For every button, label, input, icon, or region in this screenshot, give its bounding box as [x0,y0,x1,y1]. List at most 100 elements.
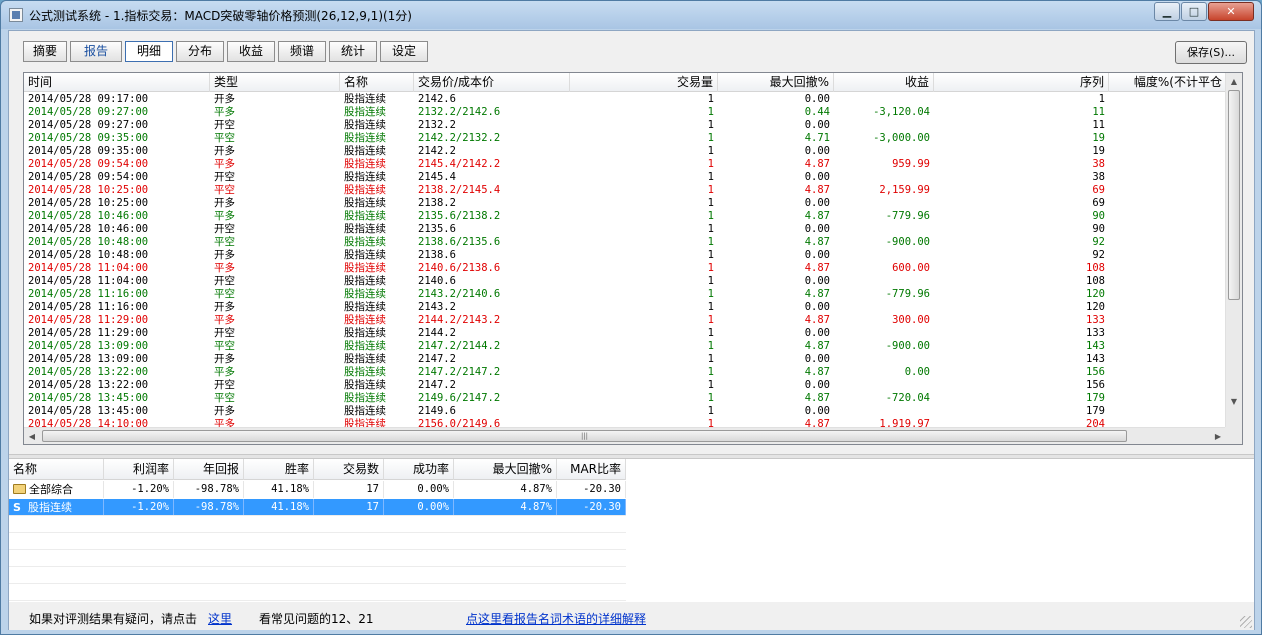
column-header-type[interactable]: 类型 [210,73,340,92]
minimize-button[interactable]: ▁ [1154,2,1180,21]
maximize-button[interactable]: □ [1181,2,1207,21]
terms-link[interactable]: 点这里看报告名词术语的详细解释 [466,610,646,627]
cell-time: 2014/05/28 11:16:00 [28,288,149,300]
table-row[interactable]: 2014/05/28 09:27:00 开空 股指连续 2132.2 1 0.00 11 [24,119,1227,132]
cell-pnl: 2,159.99 [879,184,930,196]
cell-seq: 133 [1086,314,1105,326]
table-row[interactable]: 2014/05/28 13:09:00 开多 股指连续 2147.2 1 0.00 143 [24,353,1227,366]
table-row[interactable]: 2014/05/28 14:10:00 平多 股指连续 2156.0/2149.6 1 4… [24,418,1227,427]
table-row[interactable]: 2014/05/28 09:17:00 开多 股指连续 2142.6 1 0.00 1 [24,93,1227,106]
table-row[interactable]: 2014/05/28 10:25:00 开多 股指连续 2138.2 1 0.00 69 [24,197,1227,210]
cell-qty: 1 [707,275,714,287]
close-button[interactable]: ✕ [1208,2,1254,21]
summary-row-all[interactable]: 全部综合 -1.20% -98.78% 41.18% 17 0.00% 4.87… [9,481,626,498]
table-row[interactable]: 2014/05/28 10:48:00 平空 股指连续 2138.6/2135.6 1 4… [24,236,1227,249]
cell-dd: 4.87 [804,366,830,378]
cell-pnl: 0.00 [904,366,930,378]
table-row[interactable]: 2014/05/28 11:04:00 平多 股指连续 2140.6/2138.6 1 4… [24,262,1227,275]
summary-cell-trades: 17 [314,499,384,516]
table-row[interactable]: 2014/05/28 11:29:00 开空 股指连续 2144.2 1 0.00 133 [24,327,1227,340]
status-bar: 如果对评测结果有疑问，请点击 这里 看常见问题的12、21 点这里看报告名词术语… [9,603,1254,630]
vertical-scroll-thumb[interactable] [1228,90,1240,300]
tab-returns[interactable]: 收益 [227,41,275,62]
table-row[interactable]: 2014/05/28 13:22:00 平多 股指连续 2147.2/2147.2 1 4… [24,366,1227,379]
horizontal-scroll-thumb[interactable]: ||| [42,430,1127,442]
table-row[interactable]: 2014/05/28 10:25:00 平空 股指连续 2138.2/2145.4 1 4… [24,184,1227,197]
arrow-down-icon[interactable]: ▼ [1226,393,1242,410]
table-row[interactable]: 2014/05/28 10:46:00 平多 股指连续 2135.6/2138.2 1 4… [24,210,1227,223]
tab-distribution[interactable]: 分布 [176,41,224,62]
table-row[interactable]: 2014/05/28 09:27:00 平多 股指连续 2132.2/2142.6 1 0… [24,106,1227,119]
cell-pnl: -900.00 [885,236,930,248]
arrow-up-icon[interactable]: ▲ [1226,73,1242,90]
resize-grip-icon[interactable] [1240,616,1252,628]
tab-report[interactable]: 报告 [70,41,122,62]
cell-time: 2014/05/28 10:46:00 [28,210,149,222]
tab-spectrum[interactable]: 频谱 [278,41,326,62]
cell-name: 股指连续 [344,236,386,248]
column-header-drawdown[interactable]: 最大回撤% [718,73,834,92]
table-row[interactable]: 2014/05/28 11:29:00 平多 股指连续 2144.2/2143.2 1 4… [24,314,1227,327]
summary-col-mar[interactable]: MAR比率 [557,459,626,480]
here-link[interactable]: 这里 [208,610,232,627]
summary-col-drawdown[interactable]: 最大回撤% [454,459,557,480]
cell-pnl [838,353,930,366]
column-header-range[interactable]: 幅度%(不计平仓 [1109,73,1227,92]
table-row[interactable]: 2014/05/28 11:16:00 平空 股指连续 2143.2/2140.6 1 4… [24,288,1227,301]
summary-col-annual[interactable]: 年回报 [174,459,244,480]
cell-time: 2014/05/28 14:10:00 [28,418,149,427]
table-row[interactable]: 2014/05/28 10:46:00 开空 股指连续 2135.6 1 0.00 90 [24,223,1227,236]
arrow-right-icon[interactable]: ▶ [1210,428,1226,444]
summary-table[interactable]: 名称 利润率 年回报 胜率 交易数 成功率 最大回撤% MAR比率 全部综合 -… [9,459,1254,602]
cell-pnl [838,145,930,158]
column-header-name[interactable]: 名称 [340,73,414,92]
summary-col-trades[interactable]: 交易数 [314,459,384,480]
cell-time: 2014/05/28 10:25:00 [28,197,149,209]
cell-type: 平多 [214,366,235,378]
table-row[interactable]: 2014/05/28 11:16:00 开多 股指连续 2143.2 1 0.00 120 [24,301,1227,314]
summary-col-profit[interactable]: 利润率 [104,459,174,480]
summary-col-win[interactable]: 胜率 [244,459,314,480]
table-row[interactable]: 2014/05/28 09:54:00 开空 股指连续 2145.4 1 0.00 38 [24,171,1227,184]
cell-name: 股指连续 [344,145,386,157]
summary-col-success[interactable]: 成功率 [384,459,454,480]
cell-qty: 1 [707,119,714,131]
table-row[interactable]: 2014/05/28 10:48:00 开多 股指连续 2138.6 1 0.00 92 [24,249,1227,262]
summary-col-name[interactable]: 名称 [9,459,104,480]
save-button[interactable]: 保存(S)... [1175,41,1247,64]
column-header-seq[interactable]: 序列 [934,73,1109,92]
table-row[interactable]: 2014/05/28 13:45:00 开多 股指连续 2149.6 1 0.00 179 [24,405,1227,418]
summary-cell-profit: -1.20% [104,481,174,498]
cell-type: 平多 [214,262,235,274]
cell-time: 2014/05/28 09:35:00 [28,132,149,144]
column-header-price[interactable]: 交易价/成本价 [414,73,570,92]
cell-dd: 0.00 [804,249,830,261]
table-row[interactable]: 2014/05/28 13:45:00 平空 股指连续 2149.6/2147.2 1 4… [24,392,1227,405]
column-header-qty[interactable]: 交易量 [570,73,718,92]
title-bar[interactable]: 公式测试系统 - 1.指标交易：MACD突破零轴价格预测(26,12,9,1)(… [1,1,1261,29]
horizontal-scrollbar[interactable]: ◀ ||| ▶ [24,427,1227,444]
vertical-scrollbar[interactable]: ▲ ▼ [1225,73,1242,427]
table-row[interactable]: 2014/05/28 13:22:00 开空 股指连续 2147.2 1 0.00 156 [24,379,1227,392]
table-row[interactable]: 2014/05/28 09:54:00 平多 股指连续 2145.4/2142.2 1 4… [24,158,1227,171]
cell-seq: 120 [1086,301,1105,313]
cell-price: 2149.6 [418,405,456,417]
arrow-left-icon[interactable]: ◀ [24,428,40,444]
table-row[interactable]: 2014/05/28 09:35:00 平空 股指连续 2142.2/2132.2 1 4… [24,132,1227,145]
summary-row-instrument[interactable]: S 股指连续 -1.20% -98.78% 41.18% 17 0.00% 4.8… [9,499,626,516]
table-row[interactable]: 2014/05/28 09:35:00 开多 股指连续 2142.2 1 0.00 19 [24,145,1227,158]
table-row[interactable]: 2014/05/28 13:09:00 平空 股指连续 2147.2/2144.2 1 4… [24,340,1227,353]
tab-summary[interactable]: 摘要 [23,41,67,62]
summary-cell-trades: 17 [314,481,384,498]
column-header-pnl[interactable]: 收益 [834,73,934,92]
cell-seq: 156 [1086,366,1105,378]
tab-statistics[interactable]: 统计 [329,41,377,62]
cell-type: 开多 [214,197,235,209]
column-header-time[interactable]: 时间 [24,73,210,92]
table-row[interactable]: 2014/05/28 11:04:00 开空 股指连续 2140.6 1 0.00 108 [24,275,1227,288]
tab-settings[interactable]: 设定 [380,41,428,62]
tab-detail[interactable]: 明细 [125,41,173,62]
trade-detail-list[interactable]: 时间 类型 名称 交易价/成本价 交易量 最大回撤% 收益 序列 幅度%(不计平… [23,72,1243,445]
cell-price: 2147.2/2144.2 [418,340,501,352]
cell-type: 平多 [214,210,235,222]
